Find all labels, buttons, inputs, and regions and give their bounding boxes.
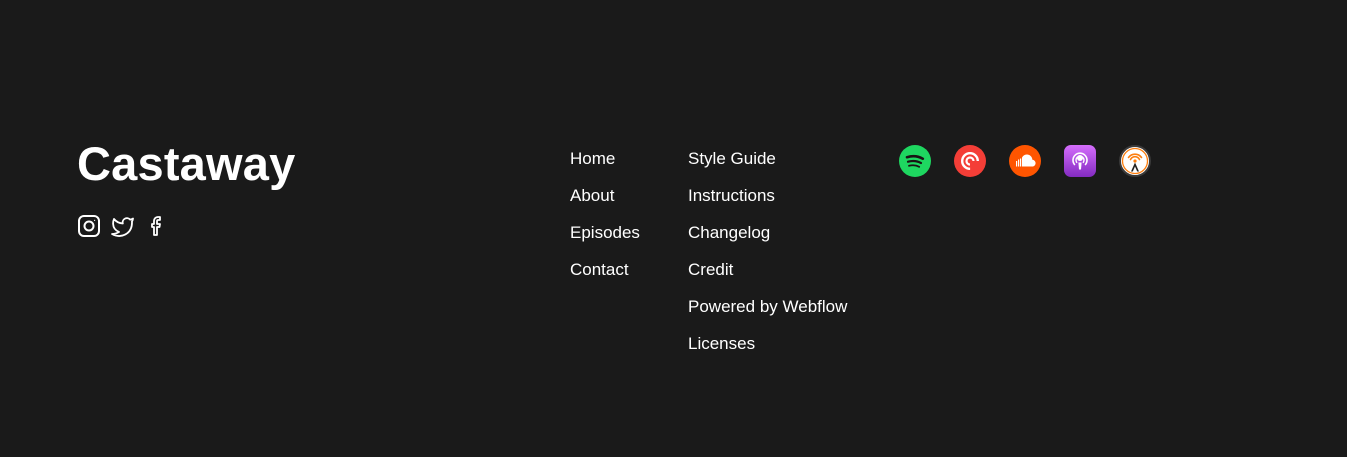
nav-link-about[interactable]: About bbox=[570, 186, 614, 205]
nav-link-contact[interactable]: Contact bbox=[570, 260, 629, 279]
apple-podcasts-link[interactable] bbox=[1064, 145, 1096, 177]
nav-link-credit[interactable]: Credit bbox=[688, 260, 733, 279]
spotify-link[interactable] bbox=[899, 145, 931, 177]
list-item: Powered by Webflow bbox=[688, 296, 847, 333]
nav-link-instructions[interactable]: Instructions bbox=[688, 186, 775, 205]
social-links bbox=[77, 214, 169, 238]
list-item: Instructions bbox=[688, 185, 847, 222]
list-item: Credit bbox=[688, 259, 847, 296]
facebook-link[interactable] bbox=[145, 214, 169, 238]
nav-link-powered-by-webflow[interactable]: Powered by Webflow bbox=[688, 297, 847, 316]
footer-nav-secondary: Style Guide Instructions Changelog Credi… bbox=[688, 148, 847, 370]
nav-link-style-guide[interactable]: Style Guide bbox=[688, 149, 776, 168]
nav-link-home[interactable]: Home bbox=[570, 149, 615, 168]
spotify-icon bbox=[899, 145, 931, 177]
list-item: About bbox=[570, 185, 640, 222]
nav-link-changelog[interactable]: Changelog bbox=[688, 223, 770, 242]
overcast-link[interactable] bbox=[1119, 145, 1151, 177]
facebook-icon bbox=[151, 216, 161, 236]
instagram-link[interactable] bbox=[77, 214, 101, 238]
soundcloud-icon bbox=[1009, 145, 1041, 177]
brand-logo-text[interactable]: Castaway bbox=[77, 136, 295, 192]
pocket-casts-icon bbox=[954, 145, 986, 177]
footer-nav-primary: Home About Episodes Contact bbox=[570, 148, 640, 296]
instagram-icon bbox=[78, 215, 100, 237]
site-footer: Castaway Home About Episodes Contact Sty… bbox=[0, 0, 1347, 457]
nav-link-licenses[interactable]: Licenses bbox=[688, 334, 755, 353]
list-item: Style Guide bbox=[688, 148, 847, 185]
brand: Castaway bbox=[77, 136, 295, 192]
apple-podcasts-icon bbox=[1064, 145, 1096, 177]
nav-link-episodes[interactable]: Episodes bbox=[570, 223, 640, 242]
list-item: Episodes bbox=[570, 222, 640, 259]
list-item: Licenses bbox=[688, 333, 847, 370]
list-item: Changelog bbox=[688, 222, 847, 259]
pocket-casts-link[interactable] bbox=[954, 145, 986, 177]
list-item: Home bbox=[570, 148, 640, 185]
soundcloud-link[interactable] bbox=[1009, 145, 1041, 177]
list-item: Contact bbox=[570, 259, 640, 296]
overcast-icon bbox=[1119, 145, 1151, 177]
twitter-link[interactable] bbox=[111, 214, 135, 238]
podcast-platforms bbox=[899, 145, 1151, 177]
twitter-icon bbox=[111, 217, 134, 237]
